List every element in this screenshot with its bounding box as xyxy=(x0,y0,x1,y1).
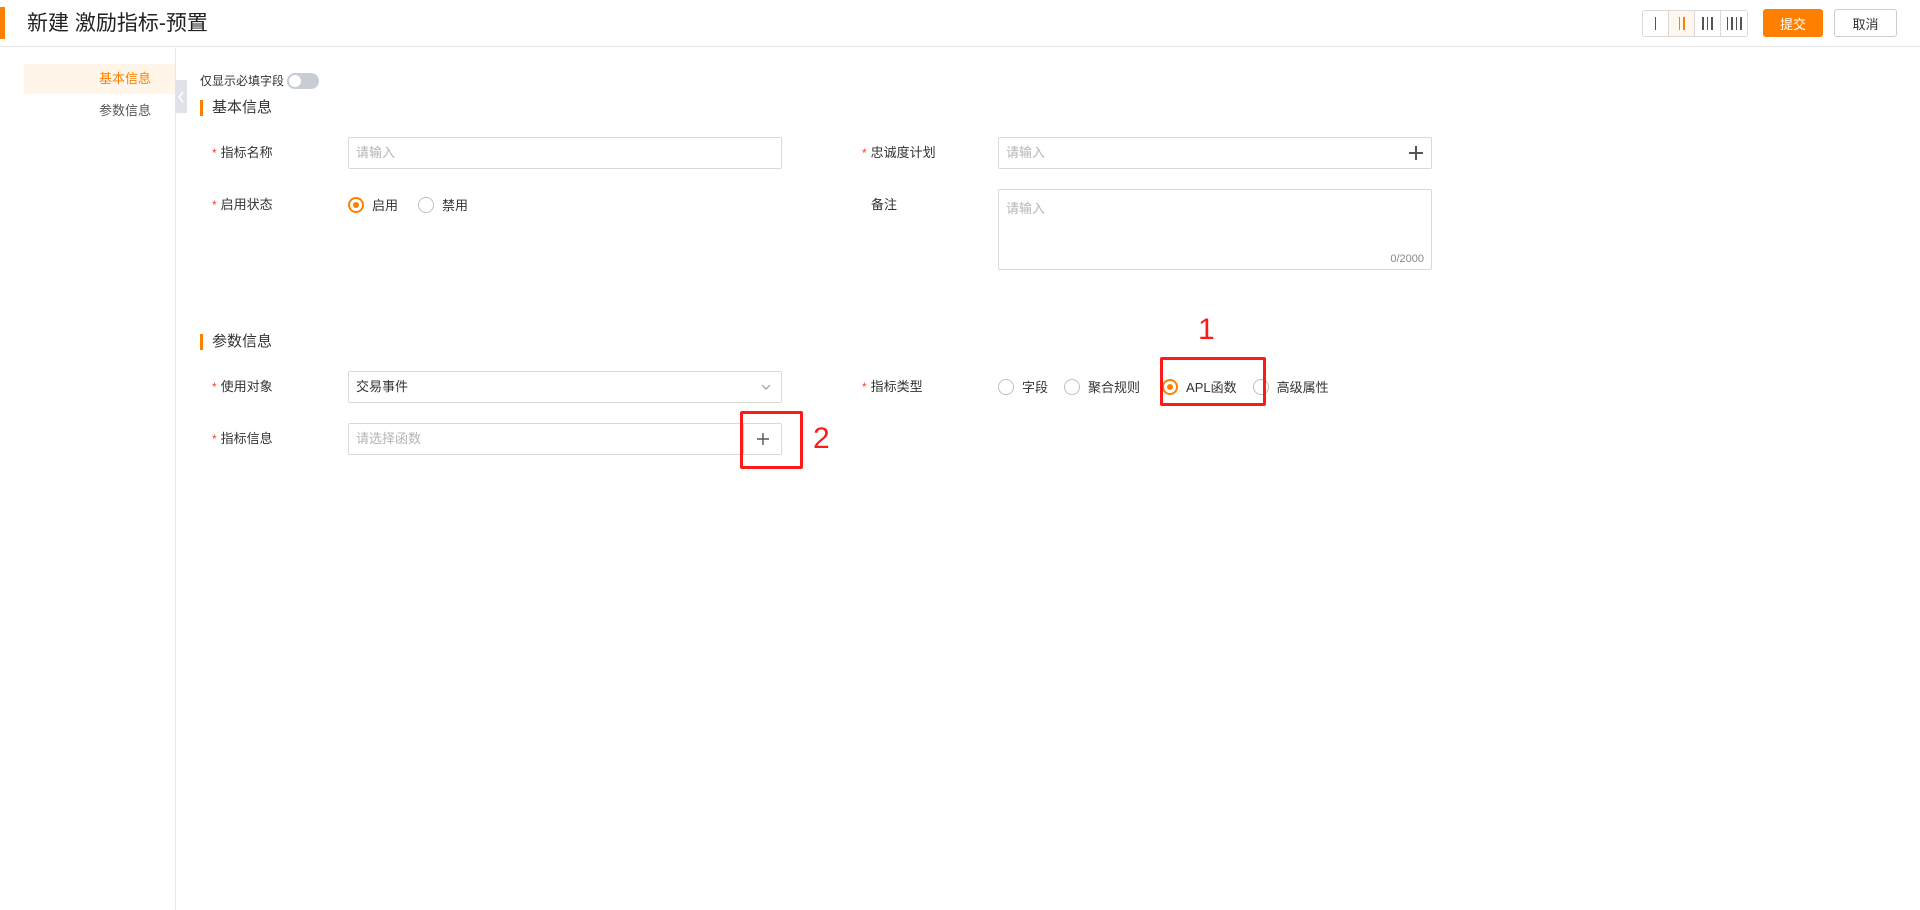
annotation-number-1: 1 xyxy=(1198,313,1215,346)
four-column-icon xyxy=(1740,17,1742,30)
metric-type-label: * 指标类型 xyxy=(862,379,923,394)
metric-name-input[interactable]: 请输入 xyxy=(348,137,782,169)
required-only-label: 仅显示必填字段 xyxy=(200,74,285,88)
required-marker: * xyxy=(212,146,217,160)
section-title-param: 参数信息 xyxy=(200,333,272,351)
radio-empty-icon xyxy=(418,196,435,213)
required-only-switch[interactable] xyxy=(287,73,319,89)
collapse-nav-button[interactable] xyxy=(175,80,187,113)
title-accent-bar xyxy=(0,7,5,39)
layout-2-column-button[interactable] xyxy=(1669,11,1695,36)
remark-textarea[interactable]: 请输入 0/2000 xyxy=(998,189,1432,270)
submit-button[interactable]: 提交 xyxy=(1763,9,1823,37)
annotation-number-2: 2 xyxy=(813,422,830,455)
required-marker: * xyxy=(212,432,217,446)
status-label: * 启用状态 xyxy=(212,197,273,212)
status-radio-disabled[interactable]: 禁用 xyxy=(418,195,468,214)
status-radio-group: 启用 禁用 xyxy=(348,195,468,214)
chevron-left-icon xyxy=(177,91,184,102)
required-marker: * xyxy=(862,146,867,160)
metric-type-radio-field[interactable]: 字段 xyxy=(998,377,1048,396)
radio-empty-icon xyxy=(1064,378,1081,395)
remark-label: 备注 xyxy=(871,197,898,212)
add-loyalty-plan-icon[interactable] xyxy=(1407,144,1425,162)
target-select[interactable]: 交易事件 xyxy=(348,371,782,403)
metric-name-label: * 指标名称 xyxy=(212,145,273,160)
one-column-icon xyxy=(1654,17,1657,30)
annotation-box-1 xyxy=(1160,357,1266,406)
status-radio-enabled[interactable]: 启用 xyxy=(348,195,398,214)
layout-3-column-button[interactable] xyxy=(1695,11,1721,36)
loyalty-plan-input[interactable]: 请输入 xyxy=(998,137,1432,169)
annotation-box-2 xyxy=(740,411,803,469)
section-title-basic: 基本信息 xyxy=(200,99,272,117)
required-marker: * xyxy=(212,380,217,394)
radio-empty-icon xyxy=(998,378,1014,395)
switch-knob xyxy=(289,75,301,87)
metric-info-input[interactable]: 请选择函数 xyxy=(348,423,782,455)
page-header: 新建 激励指标-预置 提交 取消 xyxy=(0,0,1920,47)
nav-item-basic-info[interactable]: 基本信息 xyxy=(24,64,175,94)
target-label: * 使用对象 xyxy=(212,379,273,394)
layout-1-column-button[interactable] xyxy=(1643,11,1669,36)
column-layout-toggle xyxy=(1642,10,1748,37)
required-marker: * xyxy=(862,380,867,394)
required-marker: * xyxy=(212,198,217,212)
metric-type-radio-aggregation[interactable]: 聚合规则 xyxy=(1064,377,1140,396)
cancel-button[interactable]: 取消 xyxy=(1834,9,1897,37)
chevron-down-icon xyxy=(761,384,771,390)
radio-checked-icon xyxy=(348,196,364,213)
section-nav: 基本信息 参数信息 xyxy=(0,48,176,910)
page-title: 新建 激励指标-预置 xyxy=(27,12,208,35)
nav-item-param-info[interactable]: 参数信息 xyxy=(24,96,175,126)
layout-4-column-button[interactable] xyxy=(1721,11,1747,36)
three-column-icon xyxy=(1711,17,1713,30)
loyalty-plan-label: * 忠诚度计划 xyxy=(862,145,936,160)
two-column-icon xyxy=(1683,17,1685,30)
remark-char-counter: 0/2000 xyxy=(1390,253,1424,265)
metric-info-label: * 指标信息 xyxy=(212,431,273,446)
